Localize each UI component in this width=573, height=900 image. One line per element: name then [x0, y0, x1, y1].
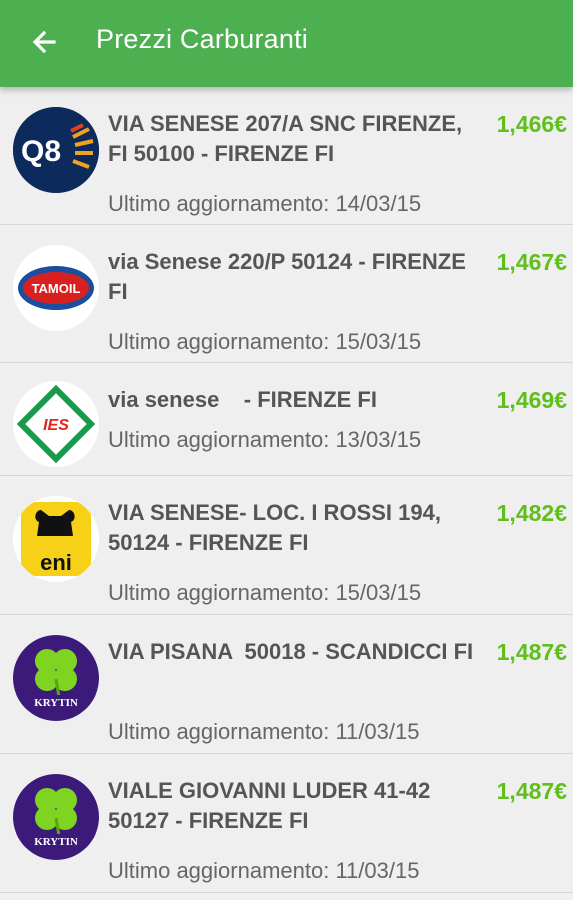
- tamoil-logo-icon: TAMOIL: [13, 245, 99, 331]
- station-address: VIALE GIOVANNI LUDER 41-42 50127 - FIREN…: [108, 778, 437, 833]
- station-address: via Senese 220/P 50124 - FIRENZE FI: [108, 249, 473, 304]
- clover-logo-icon: KRYTIN: [13, 774, 99, 860]
- station-price: 1,469€: [496, 387, 567, 413]
- station-address: VIA SENESE- LOC. I ROSSI 194, 50124 - FI…: [108, 500, 448, 555]
- station-list: Q8 VIA SENESE 207/A SNC FIRENZE, FI 5010…: [0, 87, 573, 893]
- station-address: VIA PISANA 50018 - SCANDICCI FI: [108, 639, 474, 664]
- station-price: 1,487€: [496, 639, 567, 665]
- station-item[interactable]: eni VIA SENESE- LOC. I ROSSI 194, 50124 …: [0, 476, 573, 615]
- app-bar: Prezzi Carburanti: [0, 0, 573, 87]
- clover-logo-icon: KRYTIN: [13, 635, 99, 721]
- station-item[interactable]: KRYTIN VIALE GIOVANNI LUDER 41-42 50127 …: [0, 754, 573, 893]
- ies-logo-icon: IES: [13, 381, 99, 467]
- station-price: 1,482€: [496, 500, 567, 526]
- station-price: 1,487€: [496, 778, 567, 804]
- q8-logo-icon: Q8: [13, 107, 99, 193]
- station-updated: Ultimo aggiornamento: 13/03/15: [108, 427, 422, 452]
- eni-logo-icon: eni: [13, 496, 99, 582]
- station-updated: Ultimo aggiornamento: 15/03/15: [108, 329, 422, 354]
- arrow-back-icon: [32, 30, 56, 54]
- station-updated: Ultimo aggiornamento: 11/03/15: [108, 858, 420, 883]
- station-address: via senese - FIRENZE FI: [108, 387, 377, 412]
- svg-text:eni: eni: [40, 550, 72, 575]
- station-item[interactable]: TAMOIL via Senese 220/P 50124 - FIRENZE …: [0, 225, 573, 363]
- station-price: 1,466€: [496, 111, 567, 137]
- station-price: 1,467€: [496, 249, 567, 275]
- station-updated: Ultimo aggiornamento: 15/03/15: [108, 580, 422, 605]
- station-address: VIA SENESE 207/A SNC FIRENZE, FI 50100 -…: [108, 111, 469, 166]
- station-item[interactable]: Q8 VIA SENESE 207/A SNC FIRENZE, FI 5010…: [0, 87, 573, 225]
- station-updated: Ultimo aggiornamento: 11/03/15: [108, 719, 420, 744]
- back-button[interactable]: [26, 25, 62, 61]
- svg-text:KRYTIN: KRYTIN: [34, 836, 78, 848]
- svg-text:KRYTIN: KRYTIN: [34, 697, 78, 709]
- station-item[interactable]: IES via senese - FIRENZE FI 1,469€ Ultim…: [0, 363, 573, 476]
- station-updated: Ultimo aggiornamento: 14/03/15: [108, 191, 422, 216]
- station-item[interactable]: KRYTIN VIA PISANA 50018 - SCANDICCI FI 1…: [0, 615, 573, 754]
- svg-text:IES: IES: [43, 417, 69, 434]
- svg-text:TAMOIL: TAMOIL: [32, 281, 81, 296]
- page-title: Prezzi Carburanti: [96, 24, 308, 54]
- svg-text:Q8: Q8: [21, 135, 61, 168]
